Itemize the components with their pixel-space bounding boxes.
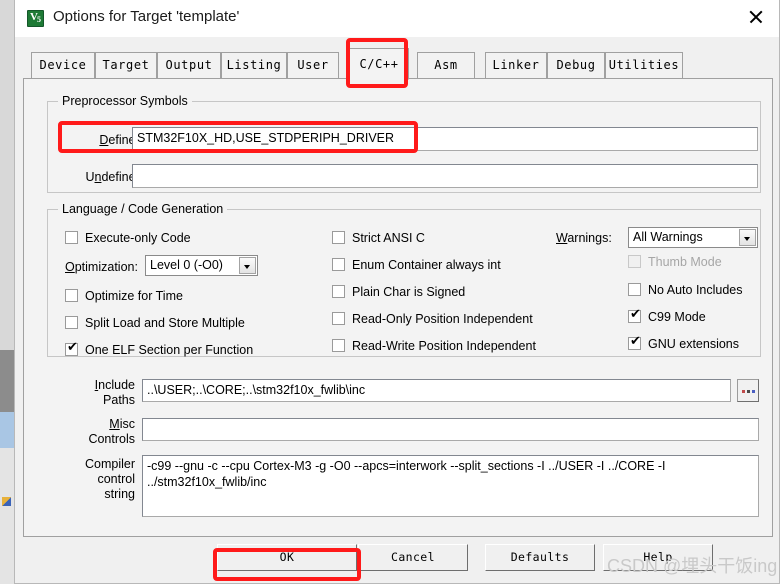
misc-controls-label-line1: Misc xyxy=(109,417,135,431)
checkbox-box xyxy=(332,339,345,352)
compiler-control-string-input[interactable]: -c99 --gnu -c --cpu Cortex-M3 -g -O0 --a… xyxy=(142,455,759,517)
tab-user[interactable]: User xyxy=(287,52,339,78)
warnings-label: Warnings: xyxy=(556,231,612,245)
options-dialog: V 5 Options for Target 'template' Device… xyxy=(14,0,780,584)
checkbox-box xyxy=(65,316,78,329)
ellipsis-dot-2 xyxy=(747,390,750,393)
tab-c-c[interactable]: C/C++ xyxy=(349,48,409,80)
tab-asm[interactable]: Asm xyxy=(417,52,475,78)
dialog-button-row: OK Cancel Defaults Help xyxy=(15,544,779,584)
uvision-app-icon: V 5 xyxy=(27,10,44,27)
cancel-button[interactable]: Cancel xyxy=(358,544,468,571)
language-code-generation-title: Language / Code Generation xyxy=(58,202,228,216)
checkbox-label: Read-Write Position Independent xyxy=(352,339,536,353)
checkbox-label: Thumb Mode xyxy=(648,255,722,269)
checkbox-label: GNU extensions xyxy=(648,337,740,351)
include-paths-label-line2: Paths xyxy=(103,393,135,407)
tab-device[interactable]: Device xyxy=(31,52,95,78)
close-icon[interactable] xyxy=(733,0,779,34)
help-button[interactable]: Help xyxy=(603,544,713,571)
compiler-control-label-line3: string xyxy=(104,487,135,501)
app-icon-version: 5 xyxy=(37,15,41,24)
optimization-label: Optimization: xyxy=(65,260,138,274)
define-label: Define: xyxy=(99,133,139,147)
define-input[interactable]: STM32F10X_HD,USE_STDPERIPH_DRIVER xyxy=(132,127,758,151)
check-mark-icon: ✔ xyxy=(67,340,78,355)
checkbox-box xyxy=(332,231,345,244)
undefine-label: Undefine: xyxy=(85,170,139,184)
check-mark-icon: ✔ xyxy=(630,307,641,322)
checkbox-label: Strict ANSI C xyxy=(352,231,425,245)
chevron-down-icon[interactable] xyxy=(739,229,756,246)
tab-output[interactable]: Output xyxy=(157,52,221,78)
tab-listing[interactable]: Listing xyxy=(221,52,287,78)
checkbox-label: Enum Container always int xyxy=(352,258,501,272)
optimization-value: Level 0 (-O0) xyxy=(150,258,223,272)
preprocessor-symbols-title: Preprocessor Symbols xyxy=(58,94,192,108)
tab-linker[interactable]: Linker xyxy=(485,52,547,78)
checkbox-label: One ELF Section per Function xyxy=(85,343,254,357)
ellipsis-dot-1 xyxy=(742,390,745,393)
taskbar-app-icon xyxy=(2,497,11,506)
checkbox-box: ✔ xyxy=(628,334,641,350)
ellipsis-dot-3 xyxy=(752,390,755,393)
tab-utilities[interactable]: Utilities xyxy=(605,52,683,78)
checkbox-box xyxy=(628,255,641,268)
checkbox-box xyxy=(332,285,345,298)
optimization-select[interactable]: Level 0 (-O0) xyxy=(145,255,258,276)
defaults-button[interactable]: Defaults xyxy=(485,544,595,571)
checkbox-box xyxy=(628,283,641,296)
checkbox-box xyxy=(332,258,345,271)
window-title: Options for Target 'template' xyxy=(53,8,240,25)
checkbox-box: ✔ xyxy=(65,340,78,356)
misc-controls-input[interactable] xyxy=(142,418,759,441)
checkbox-label: Plain Char is Signed xyxy=(352,285,466,299)
include-paths-browse-button[interactable] xyxy=(737,379,759,402)
checkbox-label: Split Load and Store Multiple xyxy=(85,316,245,330)
tab-strip: Device Target Output Listing User C/C++ Asm Lin… xyxy=(23,46,773,80)
misc-controls-label-line2: Controls xyxy=(88,432,135,446)
title-bar: V 5 Options for Target 'template' xyxy=(15,0,779,37)
checkbox-box xyxy=(65,231,78,244)
compiler-control-label-line1: Compiler xyxy=(84,457,135,471)
warnings-select[interactable]: All Warnings xyxy=(628,227,758,248)
checkbox-box xyxy=(332,312,345,325)
checkbox-label: Optimize for Time xyxy=(85,289,183,303)
undefine-input[interactable] xyxy=(132,164,758,188)
checkbox-box: ✔ xyxy=(628,307,641,323)
chevron-down-icon[interactable] xyxy=(239,257,256,274)
ok-button[interactable]: OK xyxy=(217,544,357,571)
checkbox-label: Execute-only Code xyxy=(85,231,191,245)
checkbox-label: C99 Mode xyxy=(648,310,706,324)
checkbox-label: No Auto Includes xyxy=(648,283,743,297)
include-paths-input[interactable]: ..\USER;..\CORE;..\stm32f10x_fwlib\inc xyxy=(142,379,731,402)
checkbox-label: Read-Only Position Independent xyxy=(352,312,533,326)
tab-target[interactable]: Target xyxy=(95,52,157,78)
tab-debug[interactable]: Debug xyxy=(547,52,605,78)
compiler-control-label-line2: control xyxy=(97,472,135,486)
checkbox-box xyxy=(65,289,78,302)
include-paths-label-line1: Include xyxy=(94,378,135,392)
warnings-value: All Warnings xyxy=(633,230,703,244)
check-mark-icon: ✔ xyxy=(630,334,641,349)
